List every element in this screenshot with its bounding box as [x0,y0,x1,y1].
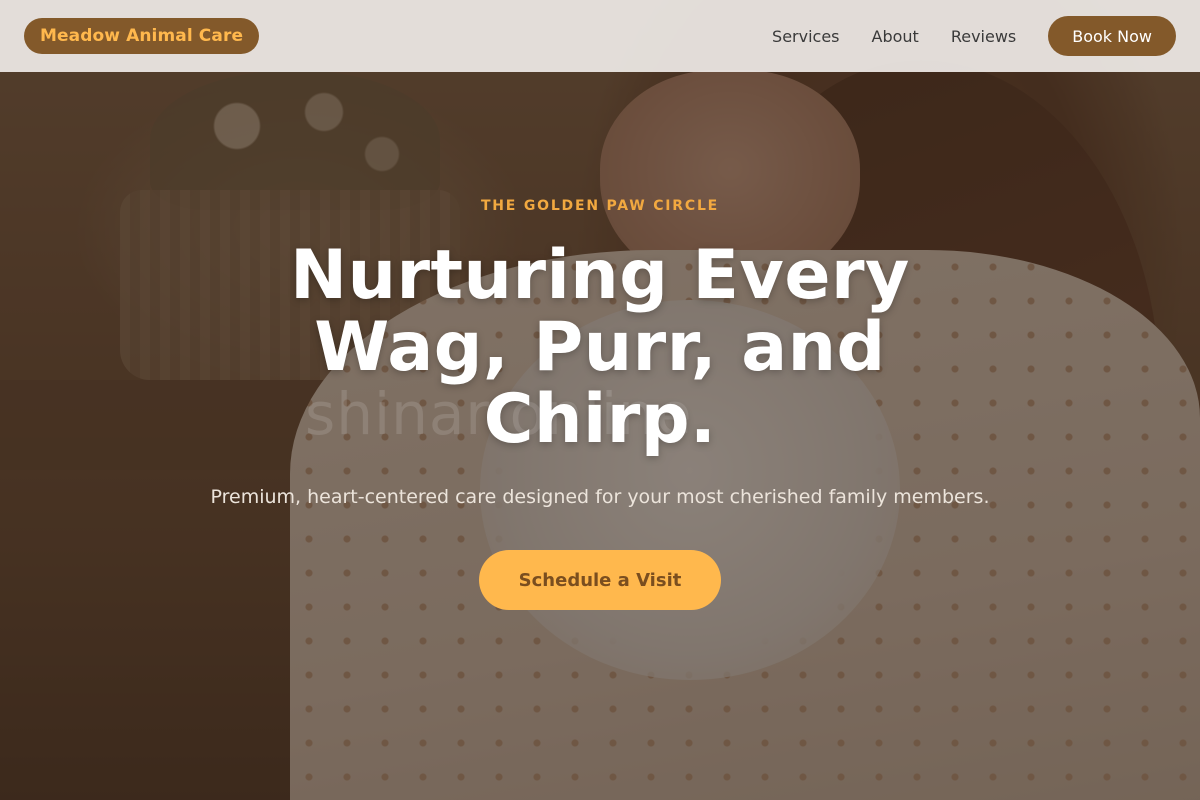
book-now-button[interactable]: Book Now [1048,16,1176,56]
main-nav: Services About Reviews Book Now [772,16,1176,56]
nav-link-services[interactable]: Services [772,27,839,46]
hero-headline: Nurturing Every Wag, Purr, and Chirp. [290,236,910,459]
hero-eyebrow: THE GOLDEN PAW CIRCLE [480,198,720,214]
site-header: Meadow Animal Care Services About Review… [0,0,1200,72]
hero-content: THE GOLDEN PAW CIRCLE Nurturing Every Wa… [0,198,1200,610]
brand-logo[interactable]: Meadow Animal Care [24,18,260,54]
schedule-visit-button[interactable]: Schedule a Visit [478,550,722,610]
hero-subtitle: Premium, heart-centered care designed fo… [210,486,990,508]
nav-link-about[interactable]: About [872,27,919,46]
nav-link-reviews[interactable]: Reviews [951,27,1016,46]
